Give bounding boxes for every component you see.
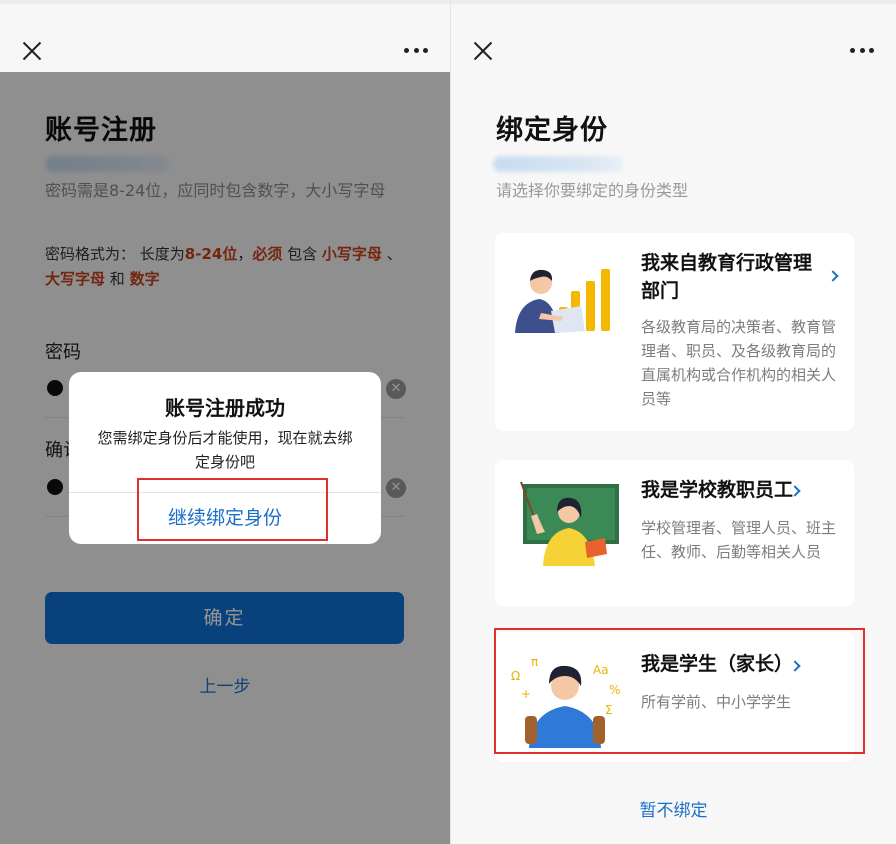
more-icon[interactable] bbox=[850, 48, 874, 54]
register-screen: 账号注册 密码需是8-24位，应同时包含数字，大小写字母 密码格式为： 长度为8… bbox=[0, 0, 450, 844]
skip-binding-link[interactable]: 暂不绑定 bbox=[451, 796, 896, 821]
highlight-box bbox=[137, 478, 328, 541]
top-bar bbox=[451, 0, 896, 72]
close-icon[interactable] bbox=[473, 41, 493, 61]
close-icon[interactable] bbox=[22, 41, 42, 61]
page-subtitle: 请选择你要绑定的身份类型 bbox=[496, 181, 689, 200]
account-name-blurred bbox=[493, 156, 623, 172]
highlight-box bbox=[494, 628, 865, 754]
chevron-right-icon bbox=[827, 270, 839, 282]
admin-illustration bbox=[515, 269, 610, 333]
dialog-title: 账号注册成功 bbox=[165, 396, 285, 420]
identity-card-education-admin[interactable]: 我来自教育行政管理部门 各级教育局的决策者、教育管理者、职员、及各级教育局的直属… bbox=[495, 233, 854, 431]
staff-illustration bbox=[520, 481, 619, 566]
page-title: 绑定身份 bbox=[496, 115, 608, 146]
bind-identity-screen: 绑定身份 请选择你要绑定的身份类型 我来自教育行政管理部门 各级教育局的决策者、… bbox=[451, 0, 896, 844]
card-description: 学校管理者、管理人员、班主任、教师、后勤等相关人员 bbox=[641, 519, 837, 561]
card-description: 各级教育局的决策者、教育管理者、职员、及各级教育局的直属机构或合作机构的相关人员… bbox=[641, 318, 837, 408]
identity-card-school-staff[interactable]: 我是学校教职员工 学校管理者、管理人员、班主任、教师、后勤等相关人员 bbox=[495, 460, 854, 606]
top-bar bbox=[0, 0, 450, 72]
dialog-message: 您需绑定身份后才能使用，现在就去绑定身份吧 bbox=[97, 429, 353, 471]
more-icon[interactable] bbox=[404, 48, 428, 54]
card-title: 我来自教育行政管理部门 bbox=[641, 252, 813, 302]
card-title: 我是学校教职员工 bbox=[641, 479, 794, 501]
